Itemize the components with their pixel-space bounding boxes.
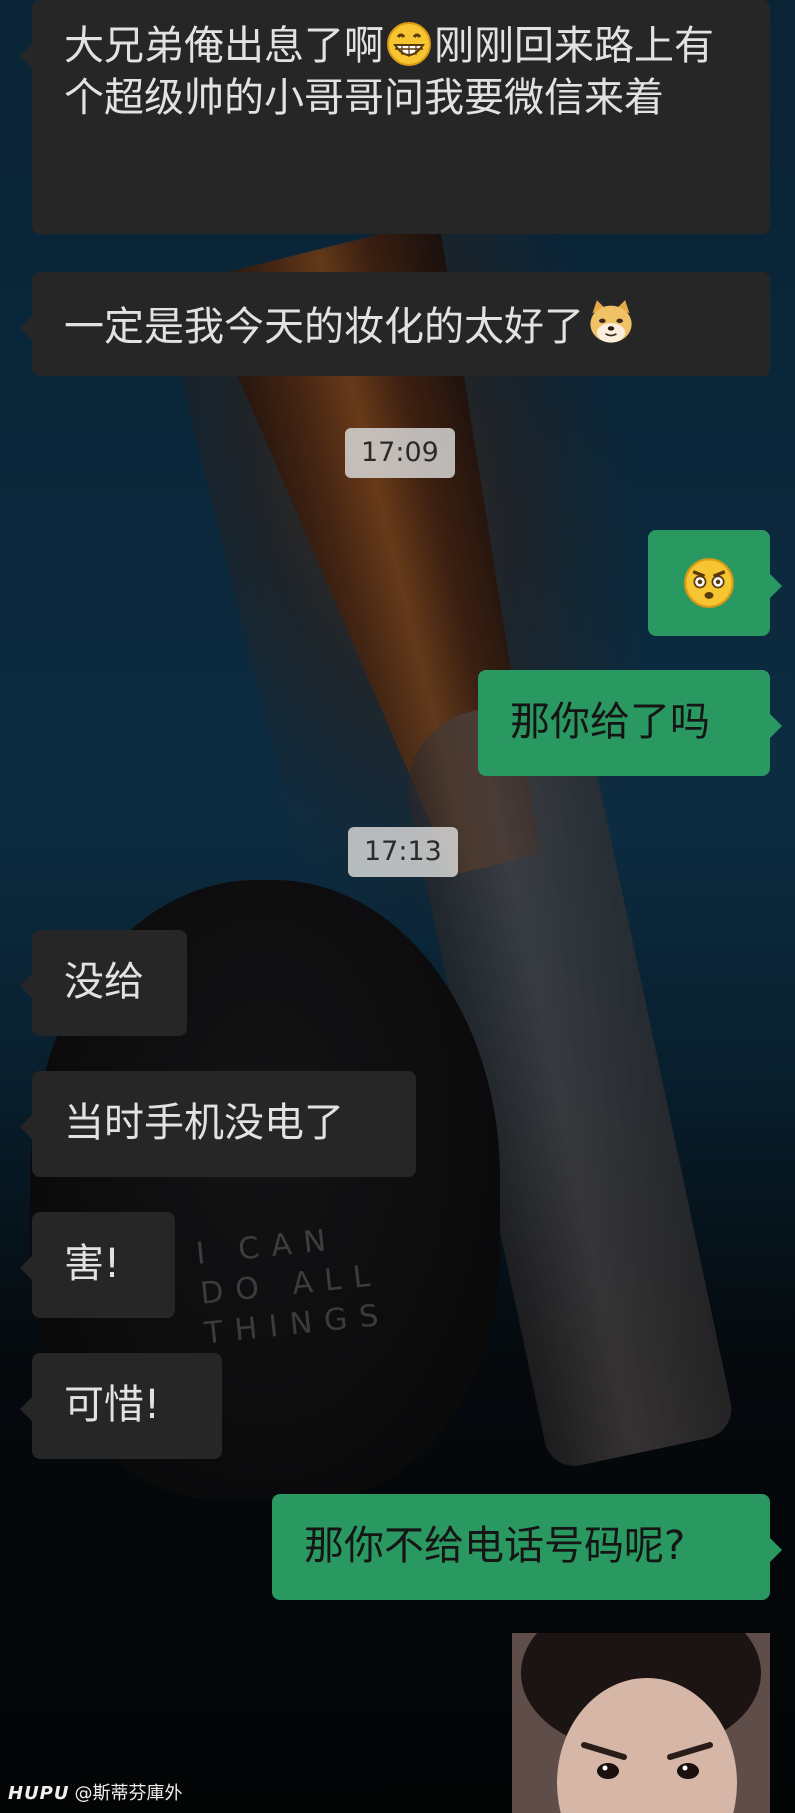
outgoing-message-bubble[interactable] [648, 530, 782, 636]
watermark-brand: HUPU [8, 1783, 70, 1804]
shocked-face-icon [684, 558, 734, 608]
watermark-handle: @斯蒂芬庫外 [74, 1783, 183, 1804]
watermark: HUPU @斯蒂芬庫外 [8, 1783, 183, 1805]
message-text: 没给 [64, 959, 144, 1005]
incoming-message-bubble[interactable]: 大兄弟俺出息了啊 刚刚回来路上有个超级帅的小哥哥问我要微信来着 [20, 0, 770, 234]
message-text: 害! [64, 1241, 121, 1287]
incoming-message-bubble[interactable]: 没给 [20, 930, 187, 1036]
message-text: 当时手机没电了 [64, 1100, 344, 1146]
message-text: 那你不给电话号码呢? [304, 1523, 686, 1569]
message-text: 那你给了吗 [510, 699, 710, 745]
incoming-message-bubble[interactable]: 害! [20, 1212, 175, 1318]
chat-timestamp: 17:09 [345, 428, 455, 478]
outgoing-message-bubble[interactable]: 那你给了吗 [478, 670, 782, 776]
incoming-message-bubble[interactable]: 当时手机没电了 [20, 1071, 416, 1177]
message-text: 大兄弟俺出息了啊 [64, 23, 384, 69]
message-text: 可惜! [64, 1382, 161, 1428]
angry-child-sticker[interactable] [512, 1633, 770, 1813]
sticker-image [512, 1633, 770, 1813]
chat-timestamp: 17:13 [348, 827, 458, 877]
doge-icon [590, 300, 632, 343]
message-text: 一定是我今天的妆化的太好了 [64, 304, 584, 350]
grinning-face-icon [387, 22, 431, 66]
incoming-message-bubble[interactable]: 一定是我今天的妆化的太好了 [20, 272, 770, 376]
incoming-message-bubble[interactable]: 可惜! [20, 1353, 222, 1459]
chat-message-list[interactable]: 大兄弟俺出息了啊 刚刚回来路上有个超级帅的小哥哥问我要微信来着 一定是我今天的妆… [0, 0, 795, 1813]
outgoing-message-bubble[interactable]: 那你不给电话号码呢? [272, 1494, 782, 1600]
